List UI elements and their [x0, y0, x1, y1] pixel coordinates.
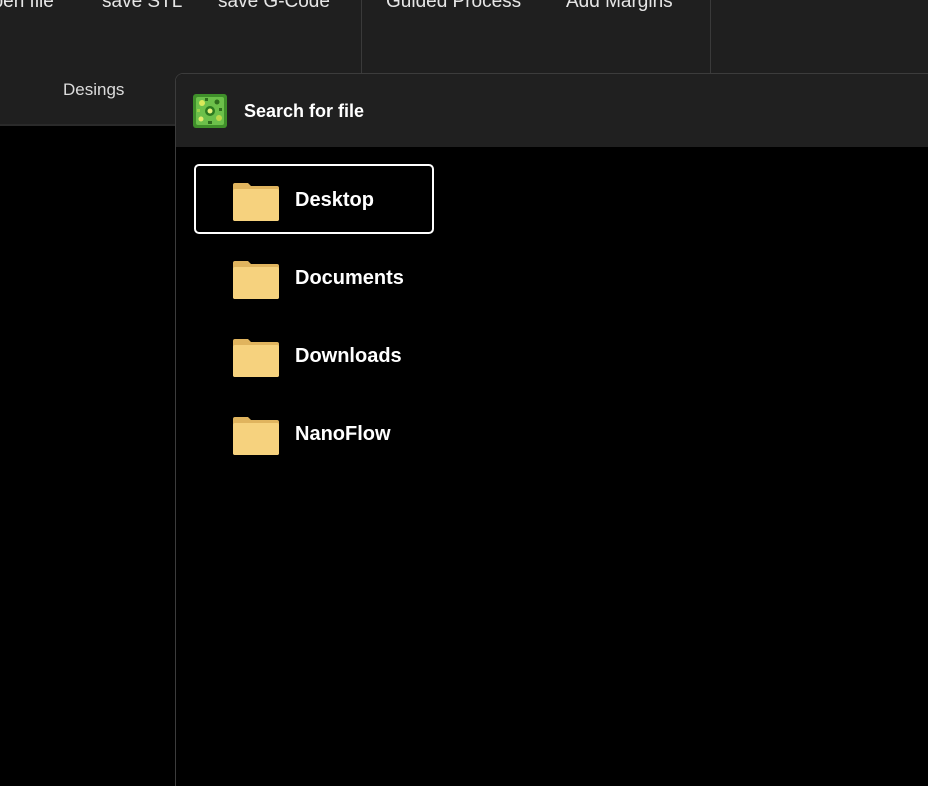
folder-item-desktop[interactable]: Desktop	[194, 164, 434, 234]
ribbon-divider	[0, 124, 180, 126]
search-file-dialog: Search for file Desktop Documents Downlo…	[175, 73, 928, 786]
open-file-button[interactable]: open file	[0, 0, 54, 13]
folder-list: Desktop Documents Downloads NanoFlow	[194, 164, 438, 476]
add-margins-button[interactable]: Add Margins	[566, 0, 673, 13]
ribbon-group-label: Desings	[63, 80, 125, 99]
ribbon-separator	[361, 0, 362, 74]
folder-label: Downloads	[295, 345, 402, 367]
folder-icon	[233, 339, 279, 377]
folder-item-nanoflow[interactable]: NanoFlow	[194, 398, 434, 468]
folder-label: Documents	[295, 267, 404, 289]
folder-icon	[233, 417, 279, 455]
folder-item-downloads[interactable]: Downloads	[194, 320, 434, 390]
folder-label: NanoFlow	[295, 423, 391, 445]
ribbon-separator	[710, 0, 711, 74]
folder-icon	[233, 183, 279, 221]
folder-item-documents[interactable]: Documents	[194, 242, 434, 312]
folder-icon	[233, 261, 279, 299]
app-window: open file save STL save G-Code Guided Pr…	[0, 0, 928, 786]
folder-label: Desktop	[295, 189, 374, 211]
dialog-titlebar[interactable]: Search for file	[176, 74, 928, 147]
dialog-title: Search for file	[244, 101, 365, 121]
save-stl-button[interactable]: save STL	[102, 0, 182, 13]
guided-process-button[interactable]: Guided Process	[386, 0, 521, 13]
app-logo-icon	[193, 94, 227, 128]
save-gcode-button[interactable]: save G-Code	[218, 0, 330, 13]
